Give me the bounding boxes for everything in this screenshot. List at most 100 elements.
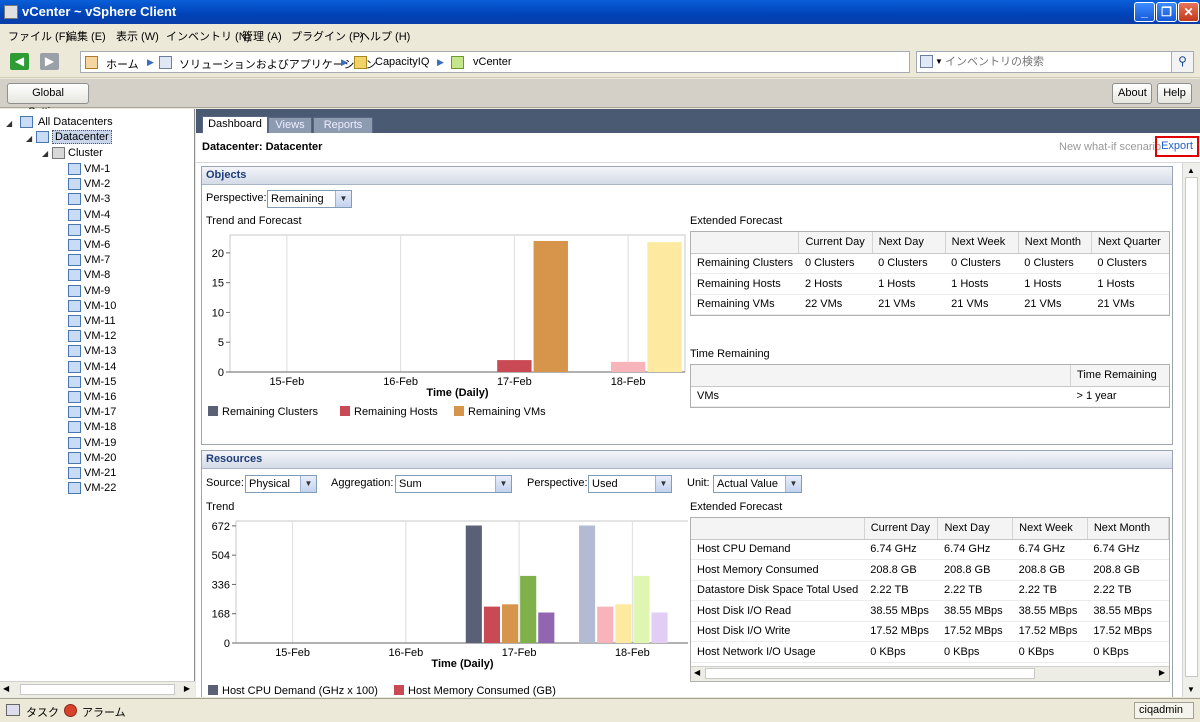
new-whatif-link[interactable]: New what-if scenario — [1059, 141, 1161, 153]
bar — [615, 604, 632, 643]
solutions-icon — [159, 56, 172, 69]
column-header[interactable]: Next Day — [872, 232, 946, 254]
tab-reports[interactable]: Reports — [313, 117, 373, 133]
vm-icon — [68, 284, 81, 297]
global-settings-button[interactable]: Global Settings — [7, 83, 89, 118]
resources-extended-forecast-title: Extended Forecast — [690, 501, 783, 513]
chevron-down-icon[interactable]: ▼ — [655, 476, 671, 492]
breadcrumb-capacityiq[interactable]: CapacityIQ — [375, 56, 429, 68]
scrollbar-track[interactable] — [20, 684, 175, 695]
table-cell: 21 VMs — [872, 294, 946, 315]
table-cell: > 1 year — [1070, 386, 1169, 407]
close-button[interactable]: ✕ — [1178, 2, 1199, 22]
table-horizontal-scrollbar[interactable]: ◀ ▶ — [691, 666, 1169, 681]
tab-views[interactable]: Views — [268, 117, 312, 133]
y-tick-label: 20 — [212, 248, 224, 260]
source-label: Source: — [206, 477, 244, 489]
restore-button[interactable]: ❐ — [1156, 2, 1177, 22]
menu-inventory[interactable]: インベントリ (N) — [166, 28, 250, 44]
table-cell: 21 VMs — [945, 294, 1019, 315]
alarms-button[interactable]: アラーム — [82, 704, 126, 720]
chevron-down-icon[interactable]: ▼ — [495, 476, 511, 492]
column-header[interactable]: Time Remaining — [1070, 365, 1169, 387]
column-header[interactable] — [691, 518, 865, 540]
vm-label: VM-1 — [84, 163, 111, 175]
column-header[interactable]: Current Day — [798, 232, 873, 254]
source-select[interactable]: Physical ▼ — [245, 475, 317, 493]
window-title: vCenter ~ vSphere Client — [22, 4, 177, 19]
content-vertical-scrollbar[interactable]: ▲ ▼ — [1182, 163, 1200, 697]
table-cell: Remaining Hosts — [691, 273, 799, 295]
chevron-down-icon[interactable]: ▼ — [785, 476, 801, 492]
vm-label: VM-10 — [84, 299, 117, 312]
minimize-button[interactable]: _ — [1134, 2, 1155, 22]
breadcrumb-separator-icon: ▶ — [341, 57, 348, 67]
content-area: Dashboard Views Reports Datacenter: Data… — [196, 109, 1200, 697]
x-tick-label: 18-Feb — [611, 376, 646, 388]
vm-label: VM-15 — [84, 375, 117, 388]
collapse-icon[interactable]: ◢ — [42, 149, 48, 158]
collapse-icon[interactable]: ◢ — [6, 119, 12, 128]
menu-admin[interactable]: 管理 (A) — [242, 28, 282, 44]
forward-arrow-icon[interactable]: ▶ — [40, 53, 59, 70]
column-header[interactable] — [691, 232, 800, 254]
menu-plugins[interactable]: プラグイン (P) — [291, 28, 364, 44]
about-button[interactable]: About — [1112, 83, 1152, 104]
menu-file[interactable]: ファイル (F) — [8, 28, 69, 44]
scroll-down-icon[interactable]: ▼ — [1187, 685, 1195, 694]
x-axis-label: Time (Daily) — [426, 387, 488, 399]
scrollbar-thumb[interactable] — [1185, 177, 1198, 677]
perspective-select[interactable]: Remaining ▼ — [267, 190, 352, 208]
tree-horizontal-scrollbar[interactable]: ◀ ▶ — [0, 681, 195, 697]
table-cell: 21 VMs — [1091, 294, 1169, 315]
search-icon[interactable]: ⚲ — [1171, 52, 1193, 72]
resources-perspective-select[interactable]: Used ▼ — [588, 475, 672, 493]
scroll-left-icon[interactable]: ◀ — [3, 684, 9, 693]
y-tick-label: 5 — [218, 337, 224, 349]
scrollbar-thumb[interactable] — [705, 668, 1035, 679]
aggregation-select[interactable]: Sum ▼ — [395, 475, 512, 493]
breadcrumb-home[interactable]: ホーム — [106, 56, 139, 72]
menu-help[interactable]: ヘルプ (H) — [359, 28, 410, 44]
search-box: ▼ ⚲ — [916, 51, 1194, 73]
table-cell: Remaining Clusters — [691, 253, 799, 274]
time-remaining-title: Time Remaining — [690, 348, 770, 360]
scroll-right-icon[interactable]: ▶ — [1159, 668, 1165, 677]
scroll-up-icon[interactable]: ▲ — [1187, 166, 1195, 175]
scroll-left-icon[interactable]: ◀ — [694, 668, 700, 677]
menu-view[interactable]: 表示 (W) — [116, 28, 159, 44]
tab-dashboard[interactable]: Dashboard — [202, 116, 268, 133]
unit-select[interactable]: Actual Value ▼ — [713, 475, 802, 493]
chevron-down-icon[interactable]: ▼ — [300, 476, 316, 492]
column-header[interactable]: Next Quarter — [1091, 232, 1169, 254]
x-tick-label: 18-Feb — [615, 647, 650, 659]
breadcrumb-vcenter[interactable]: vCenter — [473, 56, 512, 68]
export-link[interactable]: Export — [1155, 136, 1199, 157]
column-header[interactable] — [691, 365, 1072, 387]
column-header[interactable]: Next Month — [1087, 518, 1169, 540]
help-button[interactable]: Help — [1157, 83, 1192, 104]
search-input[interactable] — [945, 54, 1165, 70]
vm-icon — [68, 451, 81, 464]
x-axis-label: Time (Daily) — [431, 658, 493, 670]
menu-bar: ファイル (F) 編集 (E) 表示 (W) インベントリ (N) 管理 (A)… — [0, 24, 1200, 46]
table-row: Remaining Hosts 2 Hosts 1 Hosts 1 Hosts 1 Ho… — [691, 273, 1169, 295]
chevron-down-icon[interactable]: ▼ — [935, 57, 943, 66]
vm-label: VM-2 — [84, 178, 111, 191]
back-arrow-icon[interactable]: ◀ — [10, 53, 29, 70]
scroll-right-icon[interactable]: ▶ — [184, 684, 190, 693]
column-header[interactable]: Next Week — [1012, 518, 1088, 540]
menu-edit[interactable]: 編集 (E) — [66, 28, 106, 44]
table-cell: 1 Hosts — [1091, 273, 1169, 295]
column-header[interactable]: Next Month — [1018, 232, 1092, 254]
tasks-button[interactable]: タスク — [26, 704, 59, 720]
collapse-icon[interactable]: ◢ — [26, 134, 32, 143]
column-header[interactable]: Next Week — [945, 232, 1019, 254]
capacityiq-icon — [354, 56, 367, 69]
column-header[interactable]: Next Day — [937, 518, 1014, 540]
table-row: Host CPU Demand 6.74 GHz 6.74 GHz 6.74 GHz 6… — [691, 539, 1169, 560]
column-header[interactable]: Current Day — [864, 518, 939, 540]
chevron-down-icon[interactable]: ▼ — [335, 191, 351, 207]
current-user: ciqadmin — [1134, 702, 1194, 719]
search-scope-icon[interactable] — [920, 55, 933, 68]
